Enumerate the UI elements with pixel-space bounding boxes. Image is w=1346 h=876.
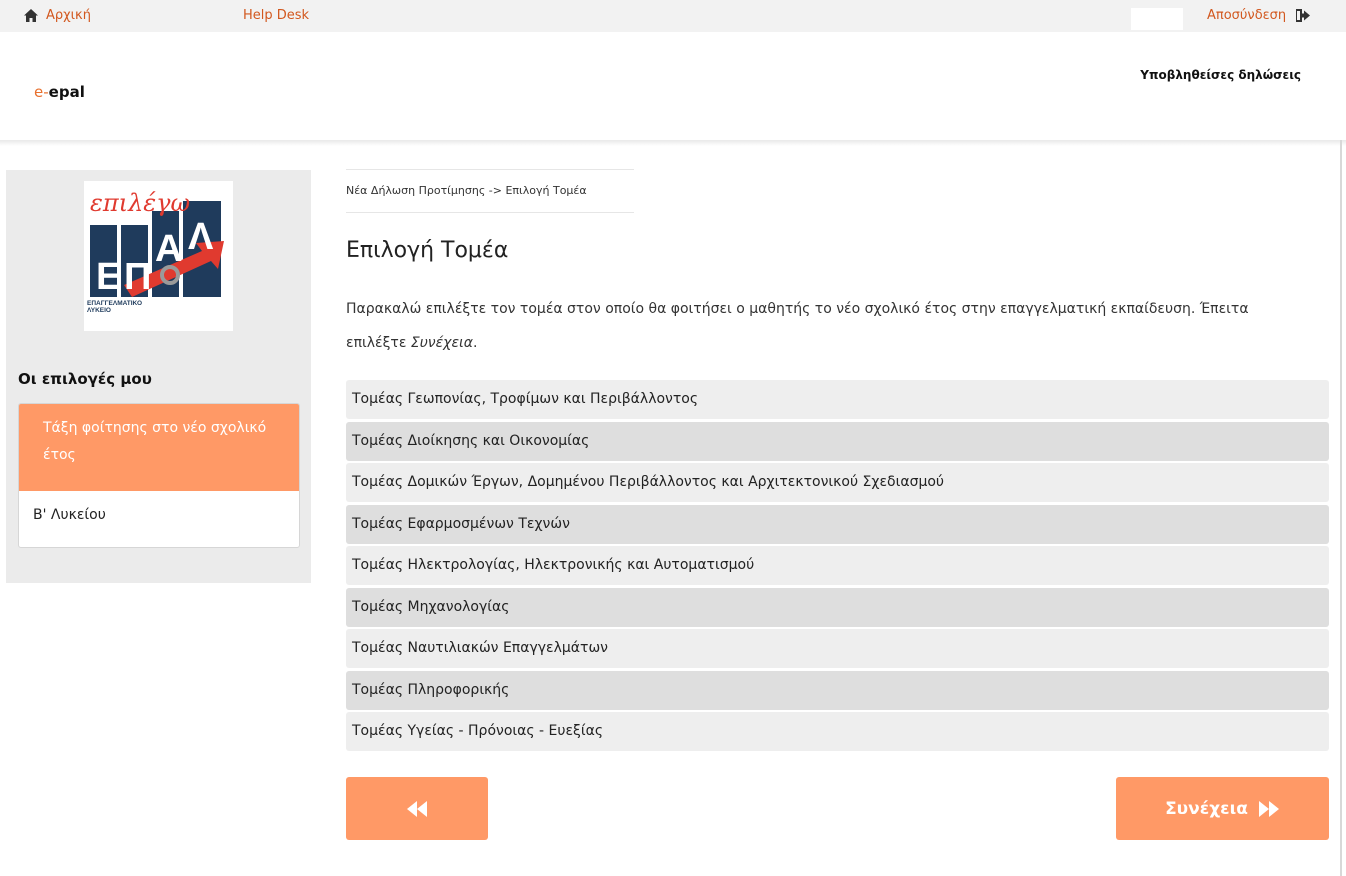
sector-option[interactable]: Τομέας Δομικών Έργων, Δομημένου Περιβάλλ…: [346, 463, 1329, 502]
svg-text:Π: Π: [124, 256, 151, 298]
logout-link[interactable]: Αποσύνδεση: [1207, 8, 1311, 23]
sector-option[interactable]: Τομέας Μηχανολογίας: [346, 587, 1329, 627]
page-edge: [1340, 140, 1342, 876]
instructions-emphasis: Συνέχεια: [410, 335, 473, 351]
breadcrumb: Νέα Δήλωση Προτίμησης -> Επιλογή Τομέα: [346, 169, 634, 213]
top-nav-bar: Αρχική Help Desk Αποσύνδεση: [0, 0, 1346, 32]
next-button-label: Συνέχεια: [1165, 798, 1248, 819]
logout-icon: [1296, 9, 1311, 22]
epal-logo-image: Ε Π Α Λ επιλέγω ΕΠΑΓΓΕΛΜΑΤΙΚΟ ΛΥΚΕΙΟ: [84, 181, 233, 331]
submitted-declarations-link[interactable]: Υποβληθείσες δηλώσεις: [1140, 68, 1301, 82]
choice-card: Τάξη φοίτησης στο νέο σχολικό έτος Β' Λυ…: [18, 403, 300, 548]
brand-logo[interactable]: e-epal: [34, 83, 85, 101]
choice-card-value: Β' Λυκείου: [33, 507, 106, 523]
sector-option[interactable]: Τομέας Υγείας - Πρόνοιας - Ευεξίας: [346, 712, 1329, 751]
choice-card-title: Τάξη φοίτησης στο νέο σχολικό έτος: [19, 404, 299, 491]
fast-forward-icon: [1258, 800, 1279, 817]
helpdesk-link[interactable]: Help Desk: [243, 8, 309, 23]
brand-prefix: e-: [34, 83, 49, 101]
sector-option[interactable]: Τομέας Εφαρμοσμένων Τεχνών: [346, 504, 1329, 544]
back-button[interactable]: [346, 777, 488, 840]
svg-text:Ε: Ε: [96, 256, 121, 298]
sector-option[interactable]: Τομέας Γεωπονίας, Τροφίμων και Περιβάλλο…: [346, 380, 1329, 419]
next-button[interactable]: Συνέχεια: [1116, 777, 1329, 840]
sector-option[interactable]: Τομέας Διοίκησης και Οικονομίας: [346, 421, 1329, 461]
instructions-text: Παρακαλώ επιλέξτε τον τομέα στον οποίο θ…: [346, 292, 1306, 360]
svg-text:ΕΠΑΓΓΕΛΜΑΤΙΚΟ: ΕΠΑΓΓΕΛΜΑΤΙΚΟ: [87, 300, 142, 307]
sector-list: Τομέας Γεωπονίας, Τροφίμων και Περιβάλλο…: [346, 380, 1329, 754]
home-link[interactable]: Αρχική: [24, 8, 91, 23]
header: [0, 32, 1346, 140]
svg-text:Α: Α: [155, 228, 182, 270]
home-icon: [24, 9, 38, 22]
logout-label: Αποσύνδεση: [1207, 8, 1287, 23]
svg-text:ΛΥΚΕΙΟ: ΛΥΚΕΙΟ: [87, 307, 111, 314]
page-title: Επιλογή Τομέα: [346, 238, 509, 263]
my-choices-heading: Οι επιλογές μου: [18, 370, 152, 388]
epal-logo: Ε Π Α Λ επιλέγω ΕΠΑΓΓΕΛΜΑΤΙΚΟ ΛΥΚΕΙΟ: [84, 181, 233, 331]
blank-box: [1131, 8, 1183, 30]
brand-name: epal: [48, 83, 85, 101]
sector-option[interactable]: Τομέας Ναυτιλιακών Επαγγελμάτων: [346, 629, 1329, 668]
fast-backward-icon: [407, 800, 427, 817]
svg-text:επιλέγω: επιλέγω: [90, 189, 190, 217]
sector-option[interactable]: Τομέας Πληροφορικής: [346, 670, 1329, 710]
svg-text:Λ: Λ: [188, 216, 214, 258]
instructions-main: Παρακαλώ επιλέξτε τον τομέα στον οποίο θ…: [346, 301, 1249, 351]
sidebar: Ε Π Α Λ επιλέγω ΕΠΑΓΓΕΛΜΑΤΙΚΟ ΛΥΚΕΙΟ Οι …: [6, 170, 311, 583]
instructions-end: .: [473, 335, 478, 351]
sector-option[interactable]: Τομέας Ηλεκτρολογίας, Ηλεκτρονικής και Α…: [346, 546, 1329, 585]
home-label: Αρχική: [46, 8, 91, 23]
header-divider: [0, 140, 1346, 146]
